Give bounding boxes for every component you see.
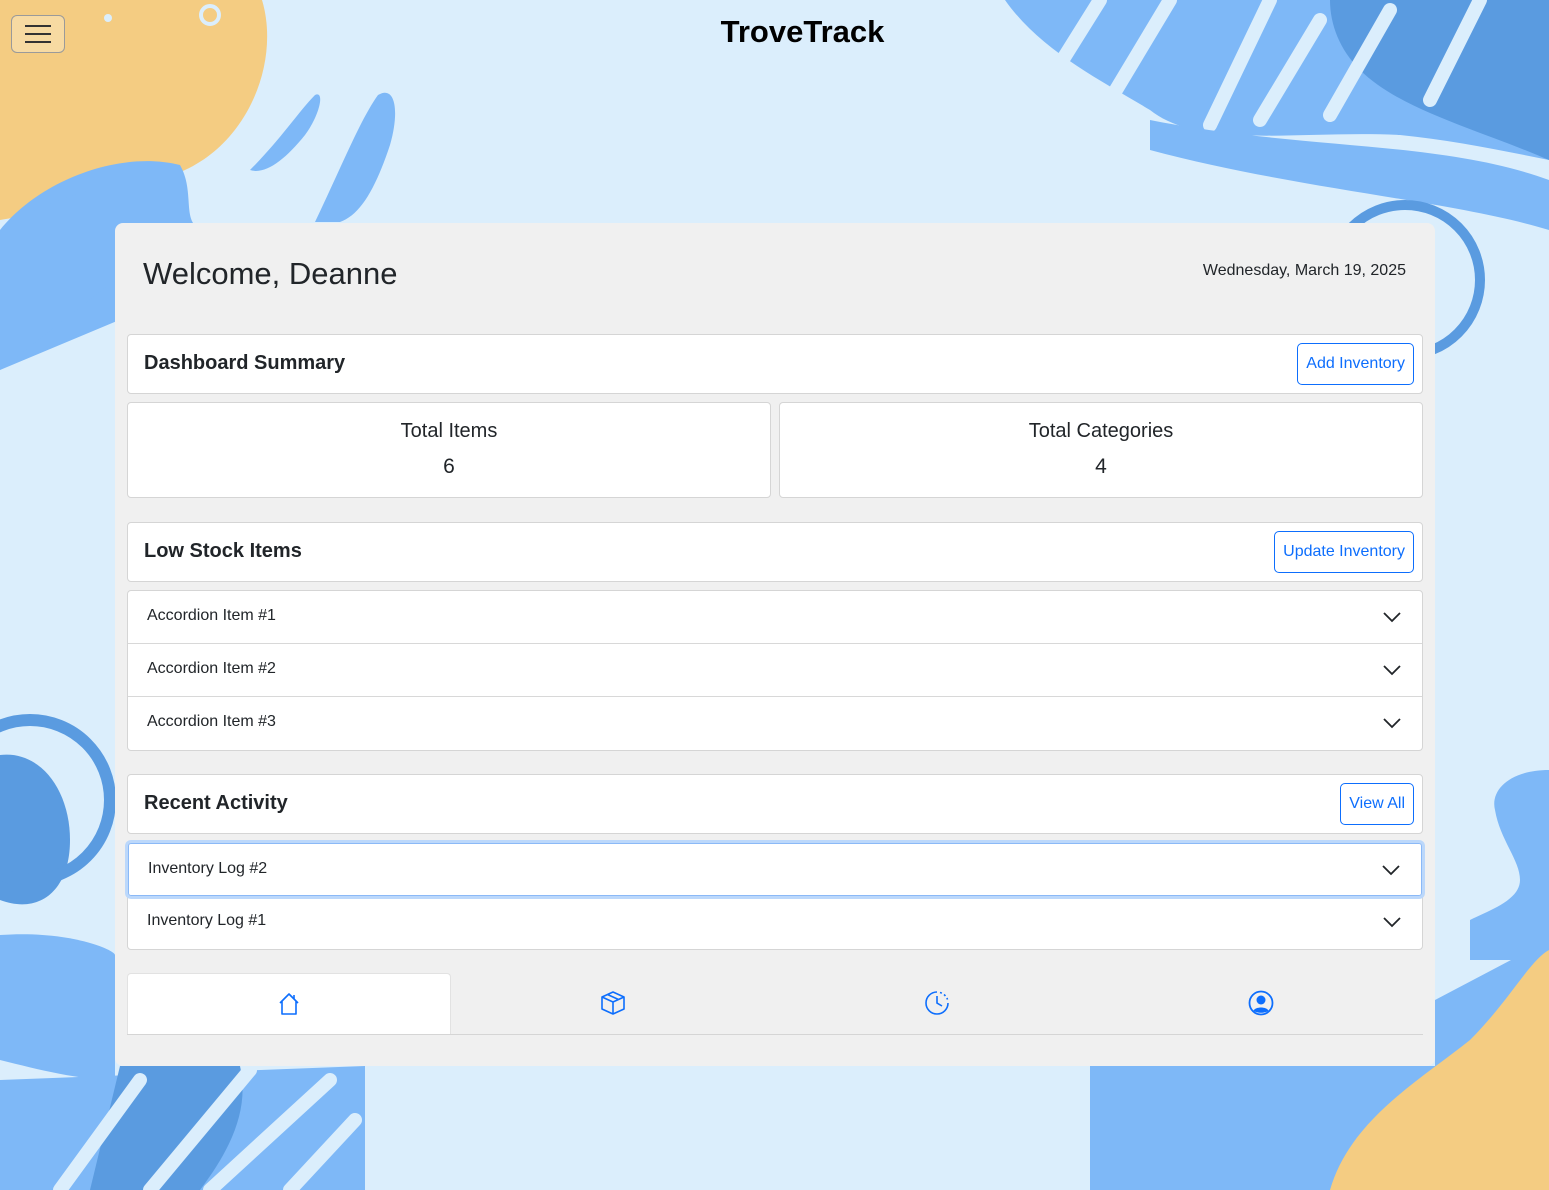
chevron-down-icon <box>1383 718 1401 729</box>
add-inventory-button[interactable]: Add Inventory <box>1297 343 1414 385</box>
update-inventory-button[interactable]: Update Inventory <box>1274 531 1414 573</box>
nav-tab-profile[interactable] <box>1099 973 1423 1033</box>
recent-activity-header: Recent Activity View All <box>127 774 1423 834</box>
recent-activity-title: Recent Activity <box>144 792 288 814</box>
accordion-item[interactable]: Accordion Item #1 <box>128 591 1422 644</box>
dashboard-card: Welcome, Deanne Wednesday, March 19, 202… <box>115 223 1435 1066</box>
total-items-label: Total Items <box>400 420 498 442</box>
activity-log-label: Inventory Log #2 <box>148 860 268 877</box>
low-stock-header: Low Stock Items Update Inventory <box>127 522 1423 582</box>
nav-tab-inventory[interactable] <box>451 973 775 1033</box>
total-categories-label: Total Categories <box>1028 420 1174 442</box>
low-stock-accordion: Accordion Item #1 Accordion Item #2 Acco… <box>127 590 1423 751</box>
dashboard-summary-title: Dashboard Summary <box>144 352 346 374</box>
nav-tab-history[interactable] <box>775 973 1099 1033</box>
activity-log-item[interactable]: Inventory Log #2 <box>128 843 1422 896</box>
current-date: Wednesday, March 19, 2025 <box>1202 262 1406 279</box>
nav-tab-home[interactable] <box>127 973 451 1034</box>
user-circle-icon <box>1248 990 1274 1016</box>
accordion-item[interactable]: Accordion Item #2 <box>128 644 1422 697</box>
activity-log-label: Inventory Log #1 <box>147 912 267 929</box>
accordion-item-label: Accordion Item #1 <box>147 607 276 624</box>
recent-activity-accordion: Inventory Log #2 Inventory Log #1 <box>127 842 1423 950</box>
accordion-item[interactable]: Accordion Item #3 <box>128 697 1422 750</box>
accordion-item-label: Accordion Item #3 <box>147 713 276 730</box>
view-all-button[interactable]: View All <box>1340 783 1414 825</box>
dashboard-summary-header: Dashboard Summary Add Inventory <box>127 334 1423 394</box>
total-items-value: 6 <box>443 455 455 478</box>
chevron-down-icon <box>1383 612 1401 623</box>
accordion-item-label: Accordion Item #2 <box>147 660 276 677</box>
total-categories-card: Total Categories 4 <box>779 402 1423 498</box>
app-title: TroveTrack <box>720 14 885 49</box>
clock-history-icon <box>925 991 949 1015</box>
chevron-down-icon <box>1382 865 1400 876</box>
bottom-navigation <box>127 973 1423 1035</box>
total-categories-value: 4 <box>1095 455 1107 478</box>
home-icon <box>279 993 299 1015</box>
total-items-card: Total Items 6 <box>127 402 771 498</box>
chevron-down-icon <box>1383 665 1401 676</box>
welcome-heading: Welcome, Deanne <box>143 256 398 291</box>
low-stock-title: Low Stock Items <box>144 540 302 562</box>
activity-log-item[interactable]: Inventory Log #1 <box>128 896 1422 949</box>
box-icon <box>601 991 625 1015</box>
chevron-down-icon <box>1383 917 1401 928</box>
